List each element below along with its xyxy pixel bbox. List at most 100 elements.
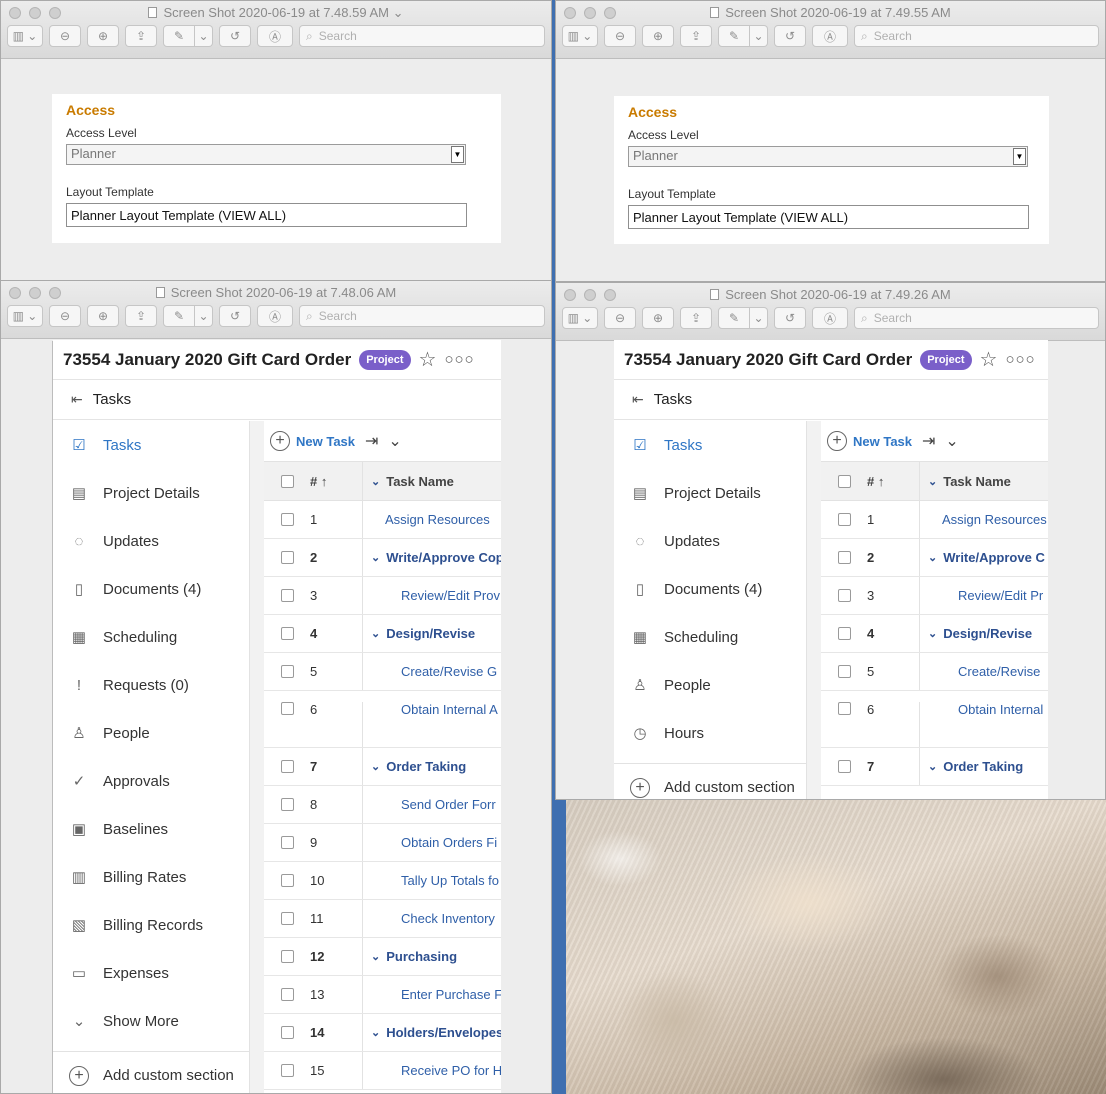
table-row[interactable]: 5 Create/Revise G bbox=[264, 653, 501, 691]
add-custom-section-button[interactable]: + Add custom section bbox=[53, 1051, 249, 1093]
task-name-link[interactable]: Review/Edit Pr bbox=[958, 588, 1043, 603]
task-name-cell[interactable]: ⌄ Write/Approve C bbox=[919, 539, 1048, 576]
share-button[interactable]: ⇪ bbox=[680, 307, 712, 329]
task-name-link[interactable]: Enter Purchase F bbox=[401, 987, 501, 1002]
table-row[interactable]: 1 Assign Resources bbox=[821, 501, 1048, 539]
task-name-link[interactable]: Review/Edit Prov bbox=[401, 588, 500, 603]
sidebar-item-people[interactable]: ♙ People bbox=[614, 661, 806, 709]
row-checkbox[interactable] bbox=[280, 702, 294, 715]
task-name-cell[interactable]: ⌄ Holders/Envelopes bbox=[362, 1014, 501, 1051]
zoom-in-button[interactable]: ⊕ bbox=[642, 307, 674, 329]
table-row[interactable]: 5 Create/Revise bbox=[821, 653, 1048, 691]
table-row[interactable]: 6 Obtain Internal bbox=[821, 691, 1048, 748]
row-checkbox[interactable] bbox=[280, 551, 294, 564]
sidebar-item-billing-rates[interactable]: ▥ Billing Rates bbox=[53, 853, 249, 901]
sidebar-toggle-button[interactable]: ▥ ⌄ bbox=[562, 307, 598, 329]
task-name-column-header[interactable]: ⌄ Task Name bbox=[362, 462, 501, 500]
sidebar-item-documents[interactable]: ▯ Documents (4) bbox=[53, 565, 249, 613]
zoom-in-button[interactable]: ⊕ bbox=[642, 25, 674, 47]
share-button[interactable]: ⇪ bbox=[125, 305, 157, 327]
markup-menu-button[interactable]: ⌄ bbox=[195, 305, 213, 327]
more-options-icon[interactable]: ○○○ bbox=[444, 351, 474, 368]
task-name-cell[interactable]: Send Order Forr bbox=[362, 786, 501, 823]
task-name-link[interactable]: Obtain Internal bbox=[958, 702, 1043, 717]
title-bar[interactable]: Screen Shot 2020-06-19 at 7.49.55 AM ▥ ⌄… bbox=[556, 1, 1105, 59]
task-name-cell[interactable]: Assign Resources bbox=[919, 501, 1048, 538]
zoom-out-button[interactable]: ⊖ bbox=[604, 25, 636, 47]
row-checkbox[interactable] bbox=[280, 912, 294, 925]
row-checkbox[interactable] bbox=[837, 665, 851, 678]
row-checkbox[interactable] bbox=[280, 988, 294, 1001]
sidebar-toggle-button[interactable]: ▥ ⌄ bbox=[7, 25, 43, 47]
markup-toolbar-button[interactable]: Ⓐ bbox=[257, 305, 293, 327]
new-task-button[interactable]: + New Task bbox=[270, 431, 355, 451]
more-options-icon[interactable]: ○○○ bbox=[1005, 351, 1035, 368]
sidebar-item-tasks[interactable]: ☑ Tasks bbox=[614, 421, 806, 469]
task-name-column-header[interactable]: ⌄ Task Name bbox=[919, 462, 1048, 500]
table-row[interactable]: 14 ⌄ Holders/Envelopes bbox=[264, 1014, 501, 1052]
chevron-down-icon[interactable]: ⌄ bbox=[371, 950, 380, 963]
star-icon[interactable]: ☆ bbox=[980, 347, 998, 372]
collapse-nav-icon[interactable]: ⇤ bbox=[632, 391, 644, 408]
layout-template-field[interactable]: Planner Layout Template (VIEW ALL) bbox=[628, 205, 1029, 229]
zoom-out-button[interactable]: ⊖ bbox=[604, 307, 636, 329]
table-row[interactable]: 4 ⌄ Design/Revise bbox=[821, 615, 1048, 653]
task-name-link[interactable]: Create/Revise G bbox=[401, 664, 497, 679]
chevron-down-icon[interactable]: ⌄ bbox=[371, 1026, 380, 1039]
markup-pen-button[interactable]: ✎ bbox=[163, 305, 195, 327]
task-name-link[interactable]: Receive PO for H bbox=[401, 1063, 501, 1078]
add-custom-section-button[interactable]: + Add custom section bbox=[614, 763, 806, 799]
task-name-cell[interactable]: Tally Up Totals fo bbox=[362, 862, 501, 899]
table-row[interactable]: 9 Obtain Orders Fi bbox=[264, 824, 501, 862]
task-name-cell[interactable]: Obtain Internal bbox=[919, 702, 1048, 747]
table-row[interactable]: 1 Assign Resources bbox=[264, 501, 501, 539]
collapse-nav-icon[interactable]: ⇤ bbox=[71, 391, 83, 408]
markup-pen-button[interactable]: ✎ bbox=[718, 307, 750, 329]
chevron-down-icon[interactable]: ⌄ bbox=[928, 551, 937, 564]
markup-menu-button[interactable]: ⌄ bbox=[750, 25, 768, 47]
title-bar[interactable]: Screen Shot 2020-06-19 at 7.49.26 AM ▥ ⌄… bbox=[556, 283, 1105, 341]
rotate-button[interactable]: ↺ bbox=[774, 25, 806, 47]
task-name-link[interactable]: Design/Revise bbox=[943, 626, 1032, 641]
chevron-down-icon[interactable]: ⌄ bbox=[371, 760, 380, 773]
table-row[interactable]: 4 ⌄ Design/Revise bbox=[264, 615, 501, 653]
chevron-down-icon[interactable]: ⌄ bbox=[945, 431, 958, 451]
search-field[interactable]: ⌕ Search bbox=[854, 307, 1099, 329]
task-name-cell[interactable]: Receive PO for H bbox=[362, 1052, 501, 1089]
row-checkbox[interactable] bbox=[280, 513, 294, 526]
zoom-out-button[interactable]: ⊖ bbox=[49, 305, 81, 327]
task-name-link[interactable]: Assign Resources bbox=[942, 512, 1047, 527]
table-row[interactable]: 3 Review/Edit Pr bbox=[821, 577, 1048, 615]
task-name-link[interactable]: Order Taking bbox=[386, 759, 466, 774]
task-name-cell[interactable]: ⌄ Purchasing bbox=[362, 938, 501, 975]
table-row[interactable]: 7 ⌄ Order Taking bbox=[264, 748, 501, 786]
row-checkbox[interactable] bbox=[837, 551, 851, 564]
rotate-button[interactable]: ↺ bbox=[219, 25, 251, 47]
task-name-cell[interactable]: ⌄ Design/Revise bbox=[919, 615, 1048, 652]
search-field[interactable]: ⌕ Search bbox=[854, 25, 1099, 47]
table-row[interactable]: 2 ⌄ Write/Approve Cop bbox=[264, 539, 501, 577]
rotate-button[interactable]: ↺ bbox=[219, 305, 251, 327]
chevron-down-icon[interactable]: ⌄ bbox=[371, 551, 380, 564]
zoom-in-button[interactable]: ⊕ bbox=[87, 25, 119, 47]
markup-toolbar-button[interactable]: Ⓐ bbox=[257, 25, 293, 47]
task-name-link[interactable]: Obtain Internal A bbox=[401, 702, 498, 717]
table-row[interactable]: 10 Tally Up Totals fo bbox=[264, 862, 501, 900]
task-name-cell[interactable]: ⌄ Design/Revise bbox=[362, 615, 501, 652]
sidebar-item-show-more[interactable]: ⌄ Show More bbox=[53, 997, 249, 1045]
task-name-cell[interactable]: Check Inventory bbox=[362, 900, 501, 937]
table-row[interactable]: 12 ⌄ Purchasing bbox=[264, 938, 501, 976]
markup-toolbar-button[interactable]: Ⓐ bbox=[812, 25, 848, 47]
row-checkbox[interactable] bbox=[280, 798, 294, 811]
table-row[interactable]: 13 Enter Purchase F bbox=[264, 976, 501, 1014]
row-checkbox[interactable] bbox=[837, 513, 851, 526]
task-name-cell[interactable]: Create/Revise bbox=[919, 653, 1048, 690]
sidebar-item-tasks[interactable]: ☑ Tasks bbox=[53, 421, 249, 469]
sidebar-item-documents[interactable]: ▯ Documents (4) bbox=[614, 565, 806, 613]
num-column-header[interactable]: # ↑ bbox=[867, 474, 919, 489]
sidebar-item-project-details[interactable]: ▤ Project Details bbox=[53, 469, 249, 517]
task-name-link[interactable]: Check Inventory bbox=[401, 911, 495, 926]
row-checkbox[interactable] bbox=[837, 760, 851, 773]
table-row[interactable]: 7 ⌄ Order Taking bbox=[821, 748, 1048, 786]
new-task-button[interactable]: + New Task bbox=[827, 431, 912, 451]
